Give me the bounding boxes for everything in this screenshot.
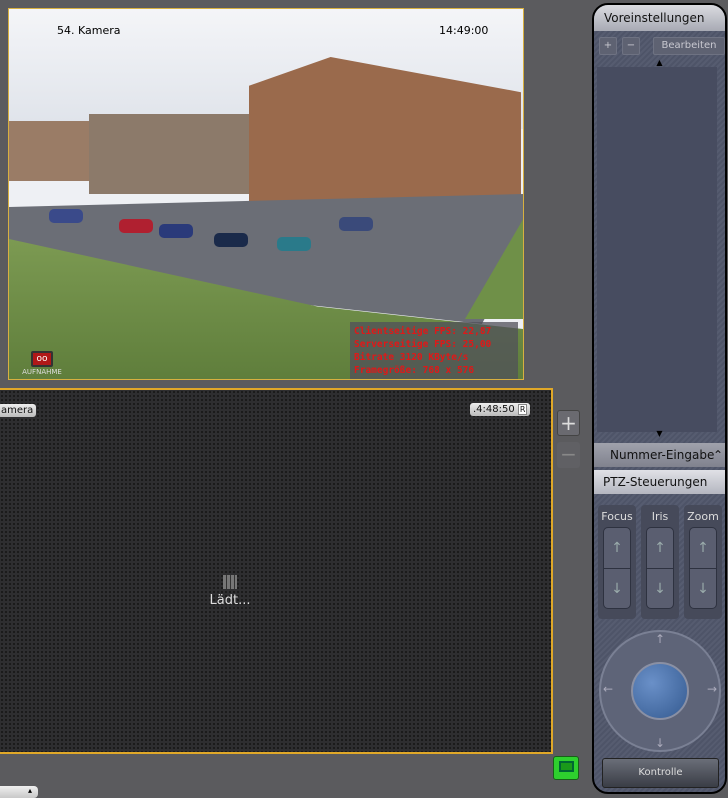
number-input-section[interactable]: Nummer-Eingabe ⌃ [594,443,725,467]
focus-down-button[interactable]: ↓ [604,569,630,609]
zoom-up-button[interactable]: ↑ [690,528,716,569]
iris-down-button[interactable]: ↓ [647,569,673,609]
video-building [9,121,89,181]
presets-list[interactable] [597,67,717,432]
control-button[interactable]: Kontrolle [602,758,719,788]
presets-title: Voreinstellungen [594,5,725,31]
iris-up-button[interactable]: ↑ [647,528,673,569]
recording-badge: R [517,404,528,415]
stat-bitrate: Bitrate 3120 KByte/s [354,352,469,363]
video-car [277,237,311,251]
zoom-down-button[interactable]: ↓ [690,569,716,609]
loading-spinner-icon [223,575,237,589]
video-car [119,219,153,233]
stat-client-fps: Clientseitige FPS: 22,87 [354,326,492,337]
focus-control: Focus ↑ ↓ [598,505,636,619]
video-car [49,209,83,223]
zoom-out-button[interactable]: − [557,442,580,468]
focus-up-button[interactable]: ↑ [604,528,630,569]
arrow-down-icon[interactable]: ↓ [655,736,665,750]
camera-time: .4:48:50 R [470,403,531,416]
arrow-up-icon[interactable]: ↑ [655,632,665,646]
video-car [339,217,373,231]
camera-view-54[interactable]: 54. Kamera 14:49:00 Clientseitige FPS: 2… [8,8,524,380]
record-icon: oo [31,351,53,367]
zoom-control: Zoom ↑ ↓ [684,505,722,619]
remove-preset-button[interactable]: − [622,37,640,55]
video-building [89,114,259,194]
zoom-in-button[interactable]: + [557,410,580,436]
arrow-left-icon[interactable]: ← [603,682,613,696]
edit-presets-button[interactable]: Bearbeiten [653,37,725,55]
scroll-down-icon[interactable]: ▼ [594,429,725,438]
record-label: AUFNAHME [22,368,62,376]
monitor-status-button[interactable] [553,756,579,780]
zoom-label: Zoom [687,510,719,523]
ptz-section-header[interactable]: PTZ-Steuerungen [594,470,725,494]
camera-name: amera [0,404,37,417]
stat-server-fps: Serverseitige FPS: 25,00 [354,339,492,350]
add-preset-button[interactable]: + [599,37,617,55]
ptz-joystick[interactable]: ↑ ↓ ← → [599,630,721,752]
monitor-icon [559,761,574,772]
record-button[interactable]: oo AUFNAHME [19,349,65,379]
number-input-label: Nummer-Eingabe [610,448,715,462]
camera-time: 14:49:00 [439,24,489,37]
ptz-center-pad[interactable] [631,662,689,720]
arrow-right-icon[interactable]: → [707,682,717,696]
bottom-tab-handle[interactable]: ▴ [0,786,38,798]
video-car [159,224,193,238]
focus-label: Focus [601,510,633,523]
presets-toolbar: + − Bearbeiten [594,31,725,61]
stat-frame-size: Framegröße: 768 x 576 [354,365,475,376]
iris-control: Iris ↑ ↓ [641,505,679,619]
iris-label: Iris [651,510,669,523]
loading-text: Lädt... [209,593,251,608]
stream-stats: Clientseitige FPS: 22,87 Serverseitige F… [350,322,518,379]
collapse-icon: ⌃ [712,448,723,462]
loading-indicator: Lädt... [190,575,270,608]
camera-time-text: .4:48:50 [473,404,515,415]
presets-panel: Voreinstellungen + − Bearbeiten ▲ ▼ Numm… [592,3,727,794]
video-car [214,233,248,247]
camera-name: 54. Kamera [57,24,121,37]
scroll-up-icon[interactable]: ▲ [594,58,725,67]
camera-view-2[interactable]: amera .4:48:50 R Lädt... [0,388,553,754]
